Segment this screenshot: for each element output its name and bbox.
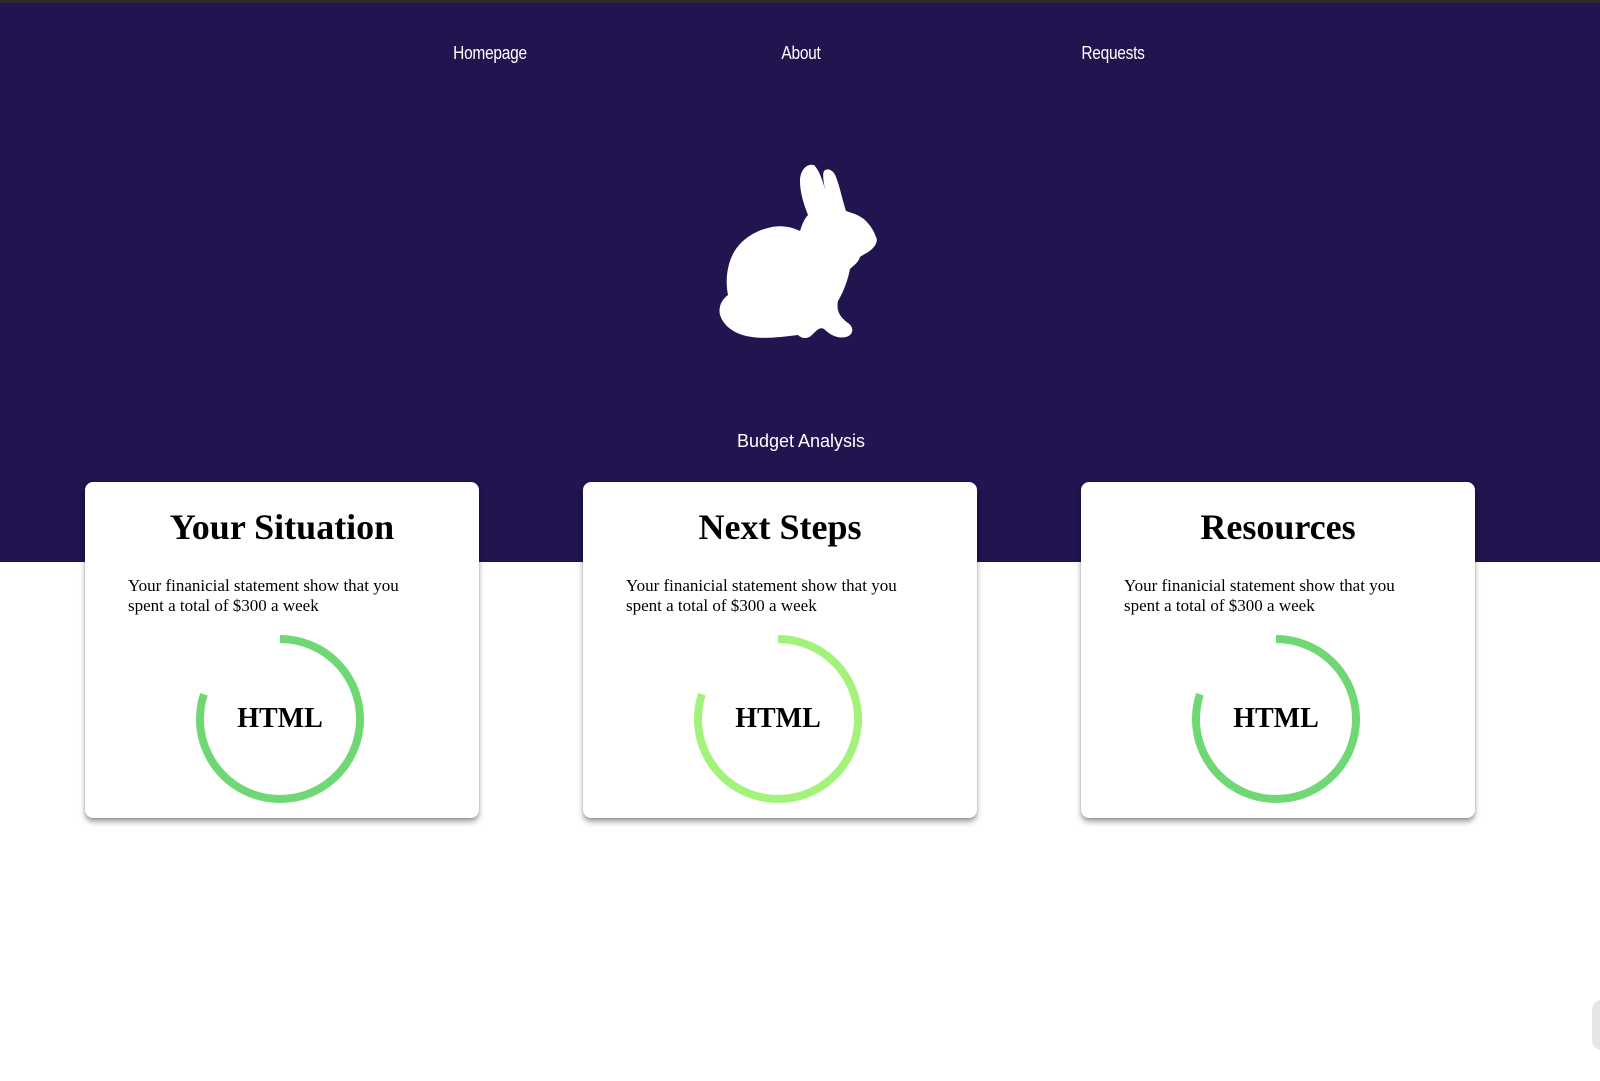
- card-title: Next Steps: [698, 507, 862, 547]
- hero-banner: Homepage About Requests Budget Analysis: [0, 3, 1600, 562]
- nav-link-about[interactable]: About: [732, 43, 870, 64]
- page-subtitle: Budget Analysis: [736, 431, 866, 451]
- ring-label: HTML: [237, 703, 323, 734]
- card-resources: Resources Your finanicial statement show…: [1081, 482, 1475, 818]
- card-text: Your finanicial statement show that you …: [128, 576, 399, 615]
- nav-link-requests[interactable]: Requests: [1044, 43, 1182, 64]
- scroll-handle[interactable]: [1592, 1000, 1600, 1050]
- ring-label: HTML: [735, 703, 821, 734]
- card-text: Your finanicial statement show that you …: [626, 576, 897, 615]
- card-title: Resources: [1200, 507, 1356, 547]
- card-title: Your Situation: [169, 507, 395, 547]
- nav-link-homepage[interactable]: Homepage: [421, 43, 559, 64]
- ring-label: HTML: [1233, 703, 1319, 734]
- card-next-steps: Next Steps Your finanicial statement sho…: [583, 482, 977, 818]
- card-your-situation: Your Situation Your finanicial statement…: [85, 482, 479, 818]
- card-text: Your finanicial statement show that you …: [1124, 576, 1395, 615]
- rabbit-icon: [719, 164, 877, 338]
